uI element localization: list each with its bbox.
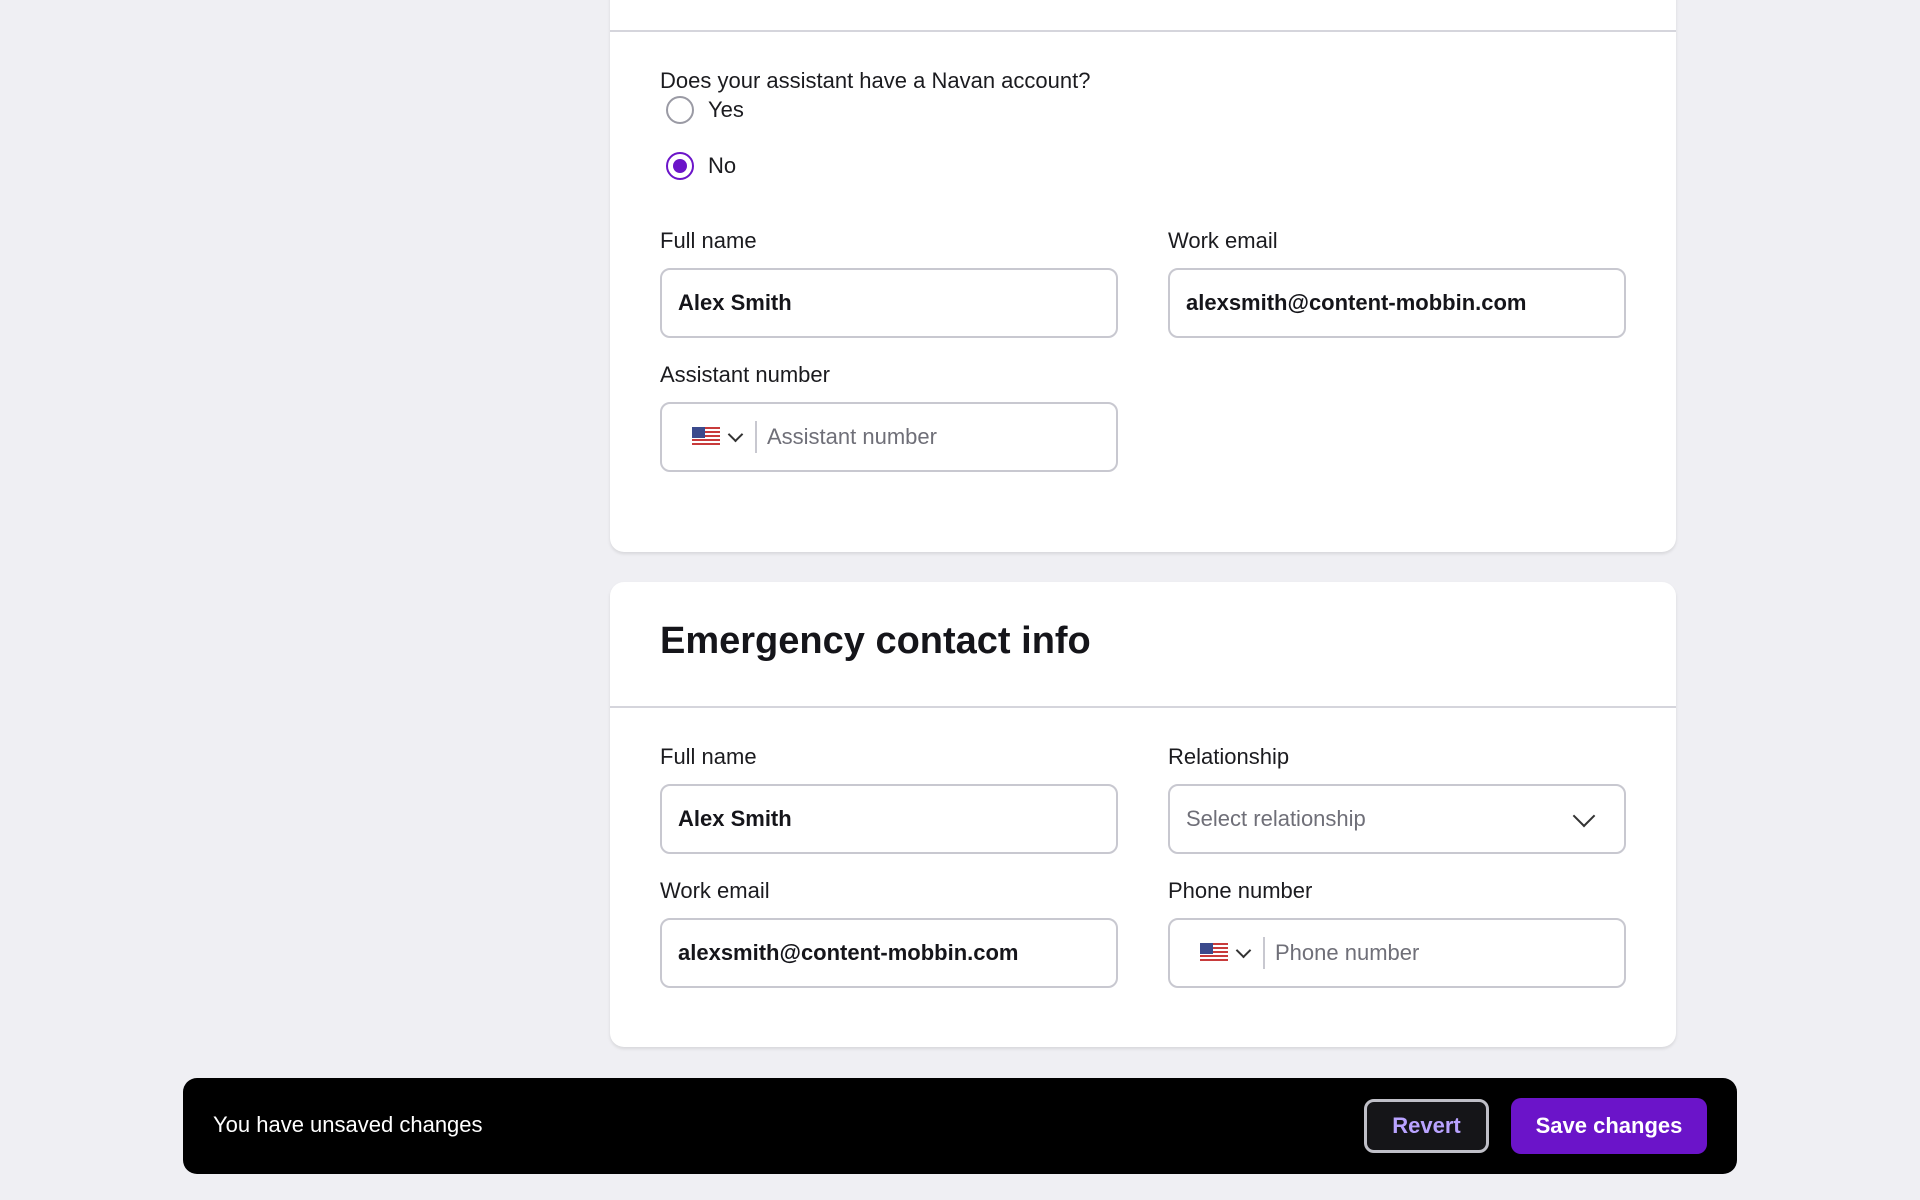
radio-option-yes[interactable]: Yes	[666, 96, 744, 124]
chevron-down-icon[interactable]	[1572, 804, 1596, 828]
emergency-work-email-label: Work email	[660, 878, 770, 903]
relationship-label: Relationship	[1168, 744, 1290, 769]
radio-yes-indicator[interactable]	[666, 96, 694, 124]
assistant-full-name-value: Alex Smith	[678, 290, 792, 315]
assistant-full-name-label: Full name	[660, 228, 757, 253]
phone-number-input[interactable]: Phone number	[1275, 940, 1419, 966]
radio-no-label: No	[708, 153, 737, 178]
assistant-number-label: Assistant number	[660, 362, 830, 387]
assistant-full-name-field[interactable]: Alex Smith	[660, 268, 1118, 338]
unsaved-changes-message: You have unsaved changes	[213, 1112, 483, 1137]
section-divider	[610, 30, 1676, 32]
emergency-section-title: Emergency contact info	[660, 620, 1091, 662]
assistant-number-input[interactable]: Assistant number	[767, 424, 937, 450]
assistant-number-field[interactable]: Assistant number	[660, 402, 1118, 472]
relationship-placeholder: Select relationship	[1186, 806, 1366, 831]
emergency-full-name-label: Full name	[660, 744, 757, 769]
phone-number-field[interactable]: Phone number	[1168, 918, 1626, 988]
emergency-work-email-field[interactable]: alexsmith@content-mobbin.com	[660, 918, 1118, 988]
radio-yes-label: Yes	[708, 97, 744, 122]
emergency-contact-card: Emergency contact info Full name Alex Sm…	[610, 582, 1676, 1047]
chevron-down-icon[interactable]	[727, 426, 744, 442]
us-flag-icon[interactable]	[1200, 943, 1228, 963]
assistant-work-email-value: alexsmith@content-mobbin.com	[1186, 290, 1527, 315]
section-divider	[610, 706, 1676, 708]
assistant-work-email-field[interactable]: alexsmith@content-mobbin.com	[1168, 268, 1626, 338]
emergency-full-name-value: Alex Smith	[678, 806, 792, 831]
us-flag-icon[interactable]	[692, 427, 720, 447]
phone-separator	[1263, 937, 1265, 969]
unsaved-changes-bar: You have unsaved changes Revert Save cha…	[183, 1078, 1737, 1174]
assistant-info-card: Does your assistant have a Navan account…	[610, 0, 1676, 552]
chevron-down-icon[interactable]	[1235, 942, 1252, 958]
revert-button[interactable]: Revert	[1364, 1099, 1489, 1153]
emergency-full-name-field[interactable]: Alex Smith	[660, 784, 1118, 854]
phone-number-label: Phone number	[1168, 878, 1313, 903]
emergency-work-email-value: alexsmith@content-mobbin.com	[678, 940, 1019, 965]
navan-account-question: Does your assistant have a Navan account…	[660, 68, 1091, 93]
phone-separator	[755, 421, 757, 453]
save-changes-button[interactable]: Save changes	[1511, 1098, 1707, 1154]
assistant-work-email-label: Work email	[1168, 228, 1278, 253]
relationship-select[interactable]: Select relationship	[1168, 784, 1626, 854]
radio-option-no[interactable]: No	[666, 152, 736, 180]
radio-no-indicator[interactable]	[666, 152, 694, 180]
